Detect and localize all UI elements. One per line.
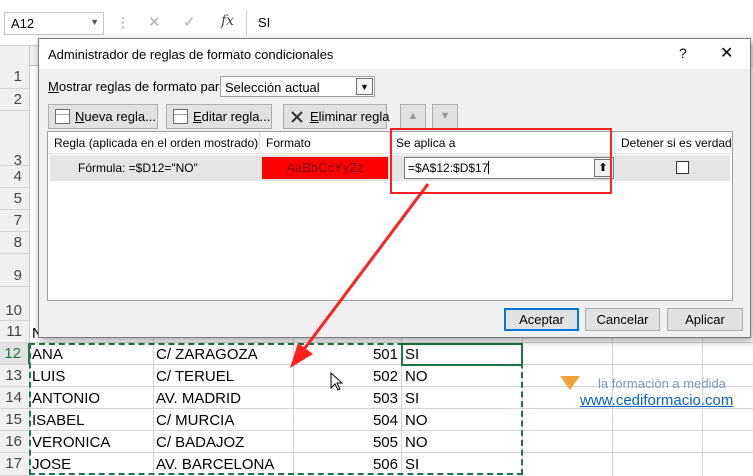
annotation-arrow-icon <box>290 183 430 368</box>
